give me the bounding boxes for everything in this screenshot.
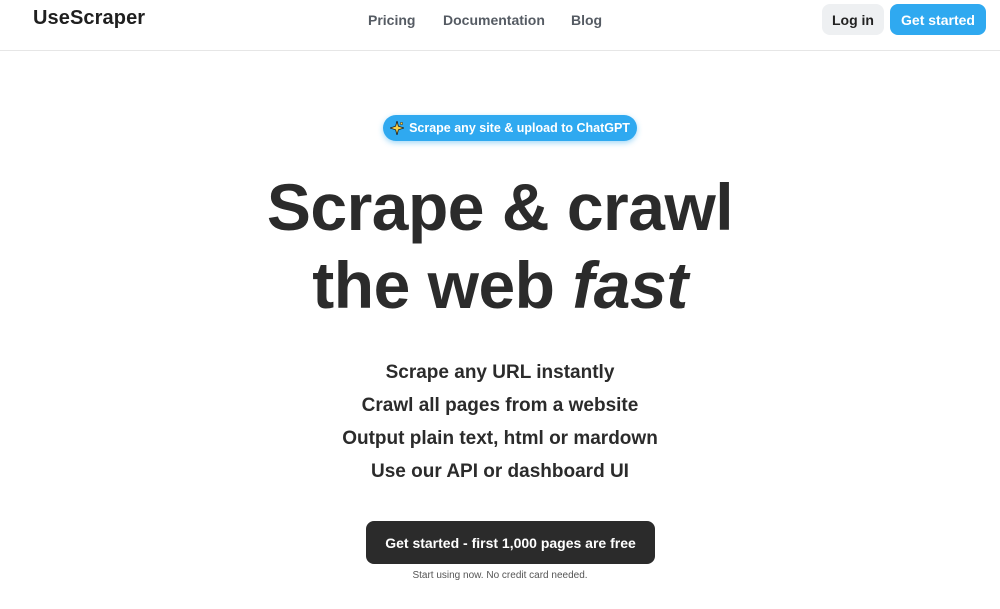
- nav-link-documentation[interactable]: Documentation: [443, 12, 545, 28]
- sparkle-icon: [388, 119, 406, 137]
- feature-list: Scrape any URL instantly Crawl all pages…: [0, 359, 1000, 491]
- login-button[interactable]: Log in: [822, 4, 884, 35]
- feature-item: Use our API or dashboard UI: [371, 461, 629, 482]
- announcement-badge[interactable]: Scrape any site & upload to ChatGPT: [383, 115, 637, 141]
- announcement-label: Scrape any site & upload to ChatGPT: [409, 121, 630, 135]
- nav-link-blog[interactable]: Blog: [571, 12, 602, 28]
- nav-link-pricing[interactable]: Pricing: [368, 12, 415, 28]
- feature-item: Crawl all pages from a website: [361, 395, 639, 416]
- get-started-button[interactable]: Get started: [890, 4, 986, 35]
- cta-note: Start using now. No credit card needed.: [412, 570, 588, 581]
- hero-title-emphasis: fast: [572, 248, 688, 322]
- feature-item: Output plain text, html or mardown: [342, 428, 658, 449]
- feature-item: Scrape any URL instantly: [385, 362, 615, 383]
- cta-get-started-button[interactable]: Get started - first 1,000 pages are free: [366, 521, 655, 564]
- hero-title-line-1: Scrape & crawl: [266, 170, 734, 244]
- top-navigation-bar: UseScraper Pricing Documentation Blog Lo…: [0, 0, 1000, 51]
- hero-title-line-2: the web fast: [0, 246, 1000, 324]
- hero-title-prefix: the web: [312, 248, 573, 322]
